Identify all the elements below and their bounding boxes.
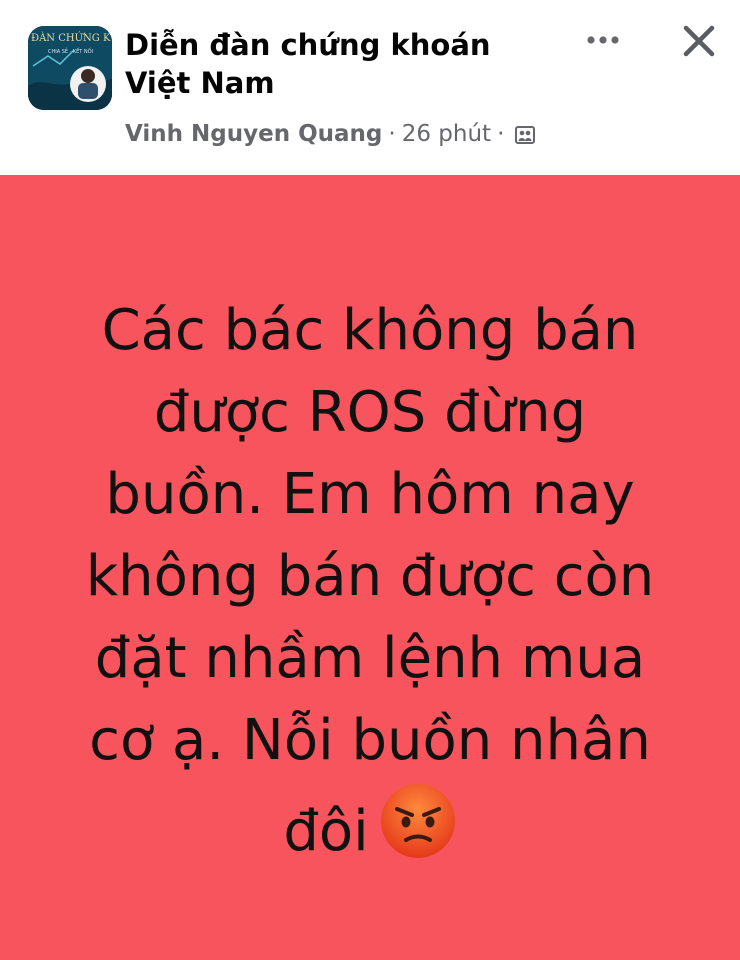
group-privacy-icon xyxy=(514,123,536,145)
meta-separator: · xyxy=(497,121,505,147)
avatar-brand-text: ĐÀN CHỨNG K xyxy=(31,32,111,44)
close-icon xyxy=(683,25,715,57)
post-text: Các bác không bán được ROS đừng buồn. Em… xyxy=(85,298,655,864)
group-name[interactable]: Diễn đàn chứng khoán Việt Nam xyxy=(125,26,565,102)
post-meta: Vinh Nguyen Quang · 26 phút · xyxy=(125,118,536,150)
post-content: Các bác không bán được ROS đừng buồn. Em… xyxy=(40,290,700,873)
close-button[interactable] xyxy=(672,16,726,66)
author-name[interactable]: Vinh Nguyen Quang xyxy=(125,118,382,150)
avatar-subtext: CHIA SẺ · KẾT NỐI xyxy=(48,47,93,55)
angry-face-emoji xyxy=(380,784,455,858)
more-options-button[interactable] xyxy=(578,22,628,58)
meta-separator: · xyxy=(388,121,396,147)
post-time[interactable]: 26 phút xyxy=(402,118,491,150)
group-avatar[interactable]: ĐÀN CHỨNG K CHIA SẺ · KẾT NỐI xyxy=(28,26,112,110)
post-header: ĐÀN CHỨNG K CHIA SẺ · KẾT NỐI Diễn đàn c… xyxy=(0,0,740,175)
group-avatar-image: ĐÀN CHỨNG K CHIA SẺ · KẾT NỐI xyxy=(28,26,112,110)
more-horizontal-icon xyxy=(587,36,619,44)
